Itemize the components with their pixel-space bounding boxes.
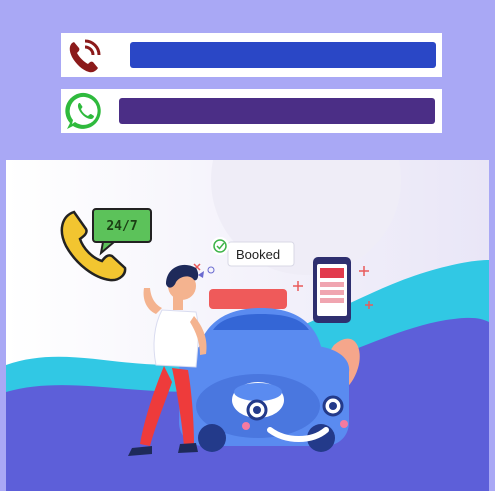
checkmark-icon <box>211 237 229 255</box>
call-number-redacted <box>130 42 436 68</box>
badge-24-7: 24/7 <box>106 219 137 234</box>
whatsapp-contact-bar[interactable] <box>61 89 442 133</box>
call-contact-bar[interactable] <box>61 33 442 77</box>
whatsapp-number-redacted <box>119 98 435 124</box>
booked-tag: Booked <box>227 241 295 267</box>
whatsapp-icon <box>63 89 107 133</box>
booking-illustration: 24/7 Booked <box>6 160 489 491</box>
phone-ringing-icon <box>63 33 107 77</box>
smartphone-icon <box>313 257 351 323</box>
booked-label: Booked <box>236 247 280 262</box>
